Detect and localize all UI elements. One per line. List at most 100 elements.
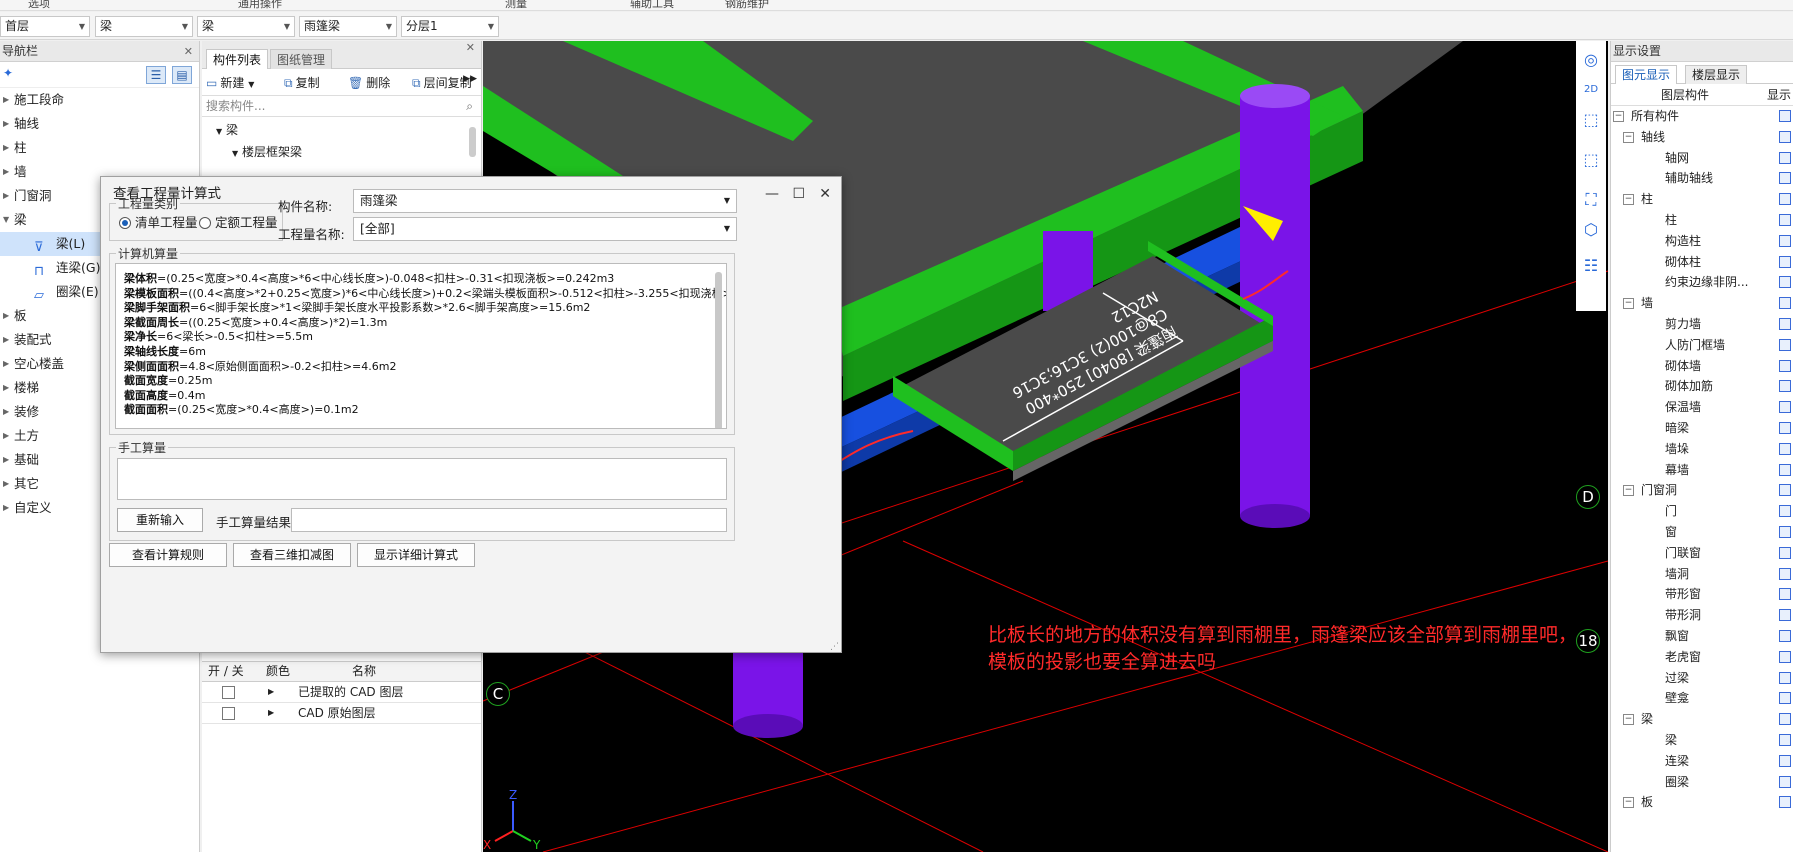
display-checkbox[interactable] <box>1779 463 1791 476</box>
display-checkbox[interactable] <box>1779 546 1791 559</box>
zoom-extent-icon[interactable]: ⛶ <box>1580 189 1602 211</box>
display-row[interactable]: − 板 <box>1611 792 1793 813</box>
tab-drawing-management[interactable]: 图纸管理 <box>270 49 333 69</box>
component-name-select[interactable]: 雨篷梁 ▼ <box>353 189 737 213</box>
display-checkbox[interactable] <box>1779 380 1791 393</box>
display-checkbox[interactable] <box>1779 317 1791 330</box>
display-row[interactable]: 保温墙 <box>1611 397 1793 418</box>
floor-select[interactable]: 首层 ▼ <box>0 16 90 37</box>
display-row[interactable]: 柱 <box>1611 210 1793 231</box>
display-row[interactable]: − 墙 <box>1611 293 1793 314</box>
component-select[interactable]: 雨篷梁 ▼ <box>299 16 397 37</box>
select-box-icon[interactable]: ⬡ <box>1580 219 1602 241</box>
manual-formula-input[interactable] <box>117 458 727 500</box>
display-row[interactable]: 梁 <box>1611 730 1793 751</box>
display-row[interactable]: 墙洞 <box>1611 564 1793 585</box>
display-row[interactable]: − 轴线 <box>1611 127 1793 148</box>
display-checkbox[interactable] <box>1779 234 1791 247</box>
display-row[interactable]: 连梁 <box>1611 751 1793 772</box>
ribbon-group-options[interactable]: 选项 <box>28 0 50 10</box>
display-row[interactable]: 剪力墙 <box>1611 314 1793 335</box>
display-checkbox[interactable] <box>1779 172 1791 185</box>
collapse-box-icon[interactable]: − <box>1623 298 1634 310</box>
display-checkbox[interactable] <box>1779 671 1791 684</box>
display-row[interactable]: 圈梁 <box>1611 772 1793 793</box>
radio-list-quantity[interactable]: 清单工程量 <box>119 212 198 231</box>
display-row[interactable]: 砌体柱 <box>1611 252 1793 273</box>
display-row[interactable]: − 所有构件 <box>1611 106 1793 127</box>
component-search-input[interactable]: 搜索构件... ⌕ <box>202 95 481 117</box>
orbit-icon[interactable]: ◎ <box>1580 49 1602 71</box>
list-view-icon[interactable]: ☰ <box>146 66 166 84</box>
display-row[interactable]: 带形洞 <box>1611 605 1793 626</box>
display-checkbox[interactable] <box>1779 484 1791 497</box>
display-checkbox[interactable] <box>1779 213 1791 226</box>
copy-button[interactable]: ⧉ 复制 <box>284 74 320 91</box>
category-select[interactable]: 梁 ▼ <box>95 16 193 37</box>
reenter-button[interactable]: 重新输入 <box>117 508 203 532</box>
display-row[interactable]: 砌体墙 <box>1611 356 1793 377</box>
display-checkbox[interactable] <box>1779 650 1791 663</box>
tab-component-list[interactable]: 构件列表 <box>206 49 269 69</box>
display-row[interactable]: 约束边缘非阴... <box>1611 272 1793 293</box>
new-button[interactable]: ▭ 新建 ▼ <box>206 74 254 91</box>
display-checkbox[interactable] <box>1779 692 1791 705</box>
radio-quota-quantity[interactable]: 定额工程量 <box>199 212 278 231</box>
display-checkbox[interactable] <box>1779 421 1791 434</box>
layer-settings-icon[interactable]: ☷ <box>1580 255 1602 277</box>
3d-view-icon[interactable]: ⬚ <box>1580 109 1602 131</box>
pin-icon[interactable]: ✦ <box>3 66 13 80</box>
display-checkbox[interactable] <box>1779 505 1791 518</box>
display-checkbox[interactable] <box>1779 733 1791 746</box>
tree-scrollbar[interactable] <box>469 127 476 157</box>
2d-view-icon[interactable]: 2D <box>1580 79 1602 101</box>
display-checkbox[interactable] <box>1779 151 1791 164</box>
expand-arrow-icon[interactable]: ▶ <box>268 703 274 723</box>
display-row[interactable]: 幕墙 <box>1611 460 1793 481</box>
detail-view-icon[interactable]: ▤ <box>172 66 192 84</box>
close-icon[interactable]: ✕ <box>819 177 831 211</box>
collapse-box-icon[interactable]: − <box>1623 485 1634 497</box>
minimize-icon[interactable]: — <box>765 177 779 211</box>
tree-node-beam[interactable]: ▼ 梁 <box>216 121 238 138</box>
display-row[interactable]: 构造柱 <box>1611 231 1793 252</box>
tree-node-frame-beam[interactable]: ▼ 楼层框架梁 <box>232 143 302 160</box>
display-row[interactable]: − 柱 <box>1611 189 1793 210</box>
display-row[interactable]: 轴网 <box>1611 148 1793 169</box>
display-checkbox[interactable] <box>1779 338 1791 351</box>
display-row[interactable]: 带形窗 <box>1611 584 1793 605</box>
display-checkbox[interactable] <box>1779 130 1791 143</box>
layer-toggle-checkbox[interactable] <box>222 686 235 699</box>
display-checkbox[interactable] <box>1779 588 1791 601</box>
more-icon[interactable]: ▶▶ <box>463 74 477 84</box>
display-row[interactable]: 门 <box>1611 501 1793 522</box>
resize-grip-icon[interactable]: ⋰ <box>830 642 839 652</box>
display-checkbox[interactable] <box>1779 775 1791 788</box>
nav-item-axis[interactable]: ▶ 轴线 <box>0 112 199 136</box>
collapse-box-icon[interactable]: − <box>1613 111 1624 122</box>
display-checkbox[interactable] <box>1779 629 1791 642</box>
display-checkbox[interactable] <box>1779 359 1791 372</box>
tab-floor-display[interactable]: 楼层显示 <box>1685 65 1748 84</box>
collapse-box-icon[interactable]: − <box>1623 797 1634 809</box>
tab-element-display[interactable]: 图元显示 <box>1615 65 1678 84</box>
close-icon[interactable]: ✕ <box>184 41 193 62</box>
delete-button[interactable]: 🗑 删除 <box>348 74 390 91</box>
layer-select[interactable]: 分层1 ▼ <box>401 16 499 37</box>
display-row[interactable]: 砌体加筋 <box>1611 376 1793 397</box>
display-row[interactable]: 门联窗 <box>1611 543 1793 564</box>
display-row[interactable]: 人防门框墙 <box>1611 335 1793 356</box>
display-row[interactable]: 窗 <box>1611 522 1793 543</box>
display-checkbox[interactable] <box>1779 796 1791 809</box>
ribbon-group-measure[interactable]: 测量 <box>505 0 527 10</box>
display-row[interactable]: 壁龛 <box>1611 688 1793 709</box>
formula-scrollbar[interactable] <box>715 272 722 428</box>
nav-item-column[interactable]: ▶ 柱 <box>0 136 199 160</box>
qty-name-select[interactable]: [全部] ▼ <box>353 217 737 241</box>
formula-textarea[interactable]: 梁体积=(0.25<宽度>*0.4<高度>*6<中心线长度>)-0.048<扣柱… <box>115 263 727 429</box>
display-row[interactable]: 飘窗 <box>1611 626 1793 647</box>
view-calc-rules-button[interactable]: 查看计算规则 <box>109 543 227 567</box>
display-checkbox[interactable] <box>1779 442 1791 455</box>
display-checkbox[interactable] <box>1779 525 1791 538</box>
ribbon-group-tools[interactable]: 辅助工具 <box>630 0 674 10</box>
